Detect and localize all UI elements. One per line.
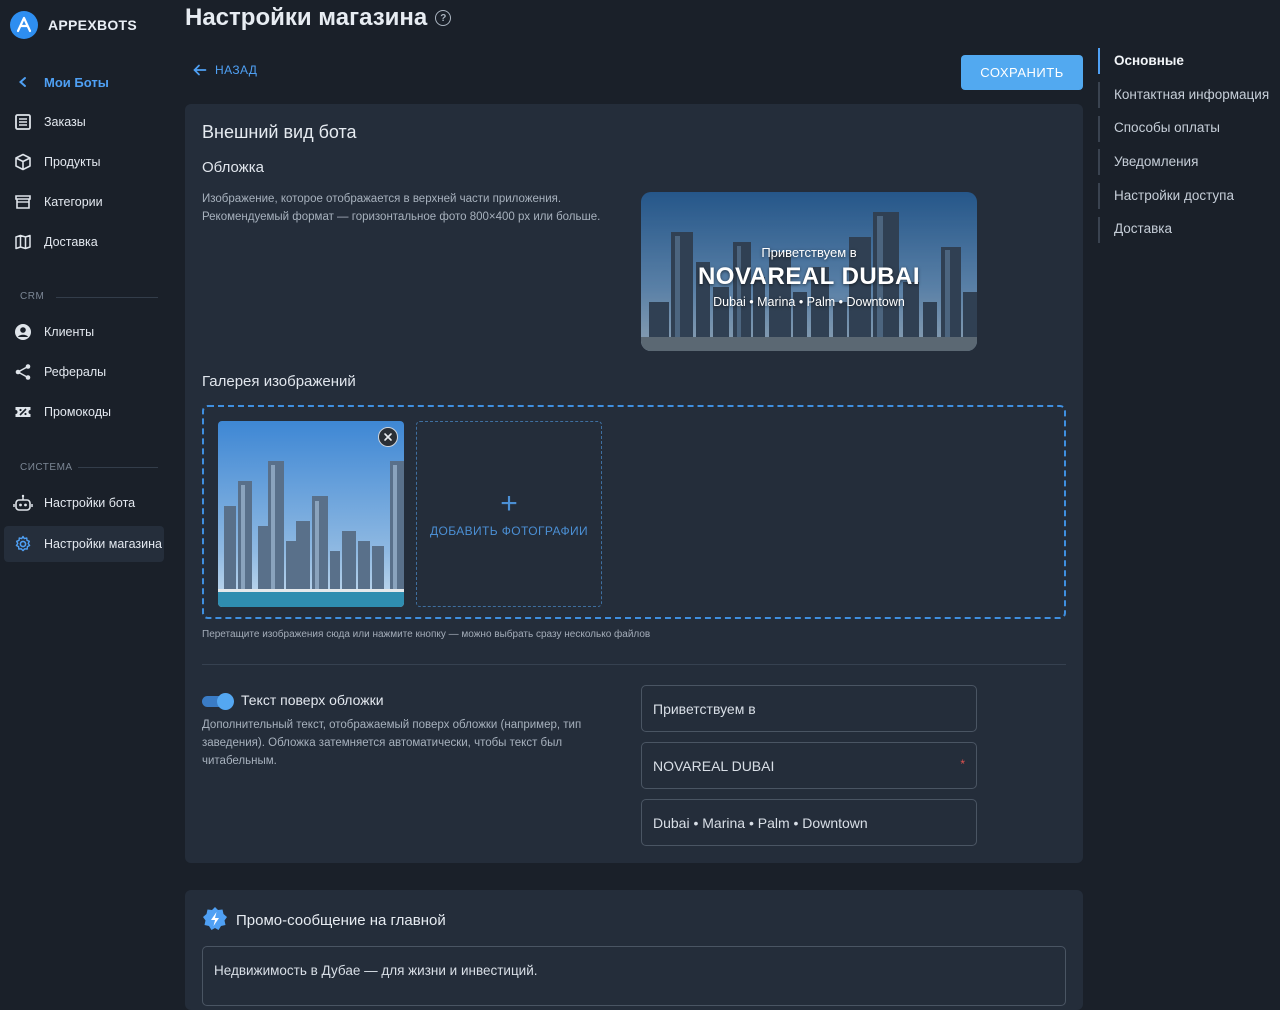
nav-back-label: Мои Боты — [44, 74, 109, 90]
overlay-line2-field[interactable]: * — [641, 742, 977, 789]
account-icon — [12, 321, 34, 343]
sidebar: APPEXBOTS Мои Боты Заказы Продукты Катег… — [0, 0, 170, 997]
cover-image[interactable]: Приветствуем в NOVAREAL DUBAI Dubai • Ma… — [641, 192, 977, 351]
overlay-description: Дополнительный текст, отображаемый повер… — [202, 716, 622, 770]
overlay-text-toggle[interactable] — [202, 693, 234, 710]
help-icon[interactable]: ? — [435, 10, 452, 26]
back-link[interactable]: НАЗАД — [193, 63, 257, 77]
gallery-thumbnail[interactable] — [218, 421, 404, 607]
sidebar-item-label: Настройки бота — [44, 496, 136, 510]
promo-title: Промо-сообщение на главной — [236, 912, 446, 929]
overlay-line1-field[interactable] — [641, 685, 977, 732]
save-button[interactable]: СОХРАНИТЬ — [961, 55, 1083, 90]
overlay-desc-line: заведения). Обложка затемняется автомати… — [202, 737, 563, 749]
close-icon — [384, 433, 392, 441]
plus-icon: + — [500, 487, 518, 520]
section-title-appearance: Внешний вид бота — [202, 122, 357, 142]
sidebar-item-clients[interactable]: Клиенты — [4, 314, 164, 350]
orders-icon — [12, 111, 34, 133]
toc-bar — [1098, 183, 1100, 209]
toc-bar — [1098, 116, 1100, 142]
sidebar-item-label: Заказы — [44, 115, 86, 129]
sidebar-item-bot-settings[interactable]: Настройки бота — [4, 485, 164, 521]
cover-overlay-line2: NOVAREAL DUBAI — [697, 263, 921, 290]
gallery-dropzone[interactable]: + ДОБАВИТЬ ФОТОГРАФИИ — [202, 405, 1066, 619]
toggle-knob — [217, 693, 234, 710]
toc-item-access[interactable]: Настройки доступа — [1114, 188, 1234, 203]
sidebar-item-label: Настройки магазина — [44, 537, 162, 551]
toc-bar — [1098, 217, 1100, 243]
sidebar-item-label: Промокоды — [44, 405, 111, 419]
sidebar-item-shop-settings[interactable]: Настройки магазина — [4, 526, 164, 562]
gallery-title: Галерея изображений — [202, 373, 356, 390]
appearance-card: Внешний вид бота Обложка Изображение, ко… — [185, 104, 1083, 863]
cover-description: Изображение, которое отображается в верх… — [202, 190, 632, 226]
section-divider — [56, 297, 158, 298]
cover-desc-line: Изображение, которое отображается в верх… — [202, 193, 562, 205]
overlay-toggle-label: Текст поверх обложки — [241, 692, 384, 708]
back-link-label: НАЗАД — [215, 63, 258, 77]
sidebar-item-label: Доставка — [44, 235, 98, 249]
toc-active-indicator — [1098, 48, 1100, 74]
required-mark: * — [960, 757, 965, 771]
overlay-line3-field[interactable] — [641, 799, 977, 846]
ticket-percent-icon — [12, 401, 34, 423]
add-photos-button[interactable]: + ДОБАВИТЬ ФОТОГРАФИИ — [416, 421, 602, 607]
cog-icon — [12, 533, 34, 555]
page-title-text: Настройки магазина — [185, 4, 428, 31]
nav-back-my-bots[interactable]: Мои Боты — [4, 64, 164, 100]
storefront-icon — [12, 191, 34, 213]
section-divider — [202, 664, 1066, 665]
sidebar-item-referrals[interactable]: Рефералы — [4, 354, 164, 390]
sidebar-item-promocodes[interactable]: Промокоды — [4, 394, 164, 430]
cover-overlay-line3: Dubai • Marina • Palm • Downtown — [713, 295, 905, 309]
sidebar-item-label: Продукты — [44, 155, 101, 169]
toc-bar — [1098, 149, 1100, 175]
logo-icon — [10, 11, 38, 39]
toc-item-main[interactable]: Основные — [1114, 53, 1184, 68]
gallery-hint: Перетащите изображения сюда или нажмите … — [202, 629, 651, 640]
promo-text-field[interactable]: Недвижимость в Дубае — для жизни и инвес… — [202, 946, 1066, 1006]
overlay-desc-line: читабельным. — [202, 755, 277, 767]
cube-icon — [12, 151, 34, 173]
robot-icon — [12, 492, 34, 514]
section-divider — [78, 467, 158, 468]
cover-title: Обложка — [202, 159, 264, 176]
sidebar-item-label: Категории — [44, 195, 103, 209]
add-photos-label: ДОБАВИТЬ ФОТОГРАФИИ — [429, 524, 589, 538]
promo-text-value: Недвижимость в Дубае — для жизни и инвес… — [214, 963, 538, 978]
overlay-desc-line: Дополнительный текст, отображаемый повер… — [202, 719, 582, 731]
promo-card: Промо-сообщение на главной Недвижимость … — [185, 890, 1083, 1010]
sidebar-item-label: Рефералы — [44, 365, 107, 379]
section-label-system: СИСТЕМА — [20, 462, 73, 473]
toc-item-payment[interactable]: Способы оплаты — [1114, 120, 1220, 135]
lightning-badge-icon — [202, 906, 228, 932]
toc-item-notifications[interactable]: Уведомления — [1114, 154, 1198, 169]
sidebar-item-categories[interactable]: Категории — [4, 184, 164, 220]
map-icon — [12, 231, 34, 253]
toc-item-delivery[interactable]: Доставка — [1114, 221, 1172, 236]
section-label-crm: CRM — [20, 291, 45, 302]
sidebar-item-delivery[interactable]: Доставка — [4, 224, 164, 260]
sidebar-item-orders[interactable]: Заказы — [4, 104, 164, 140]
sidebar-item-products[interactable]: Продукты — [4, 144, 164, 180]
brand-logo[interactable]: APPEXBOTS — [10, 10, 137, 40]
brand-name: APPEXBOTS — [48, 17, 138, 33]
page-title: Настройки магазина ? — [185, 4, 452, 32]
gallery-photo-image — [218, 421, 404, 607]
remove-photo-button[interactable] — [378, 427, 398, 447]
sidebar-item-label: Клиенты — [44, 325, 95, 339]
cover-desc-line: Рекомендуемый формат — горизонтальное фо… — [202, 211, 601, 223]
overlay-line3-input[interactable] — [642, 800, 976, 845]
chevron-left-icon — [12, 71, 34, 93]
toc-bar — [1098, 82, 1100, 108]
toc-item-contacts[interactable]: Контактная информация — [1114, 87, 1269, 102]
overlay-line2-input[interactable] — [642, 743, 976, 788]
share-icon — [12, 361, 34, 383]
overlay-line1-input[interactable] — [642, 686, 976, 731]
cover-overlay-line1: Приветствуем в — [761, 245, 857, 260]
arrow-left-icon — [193, 64, 207, 76]
